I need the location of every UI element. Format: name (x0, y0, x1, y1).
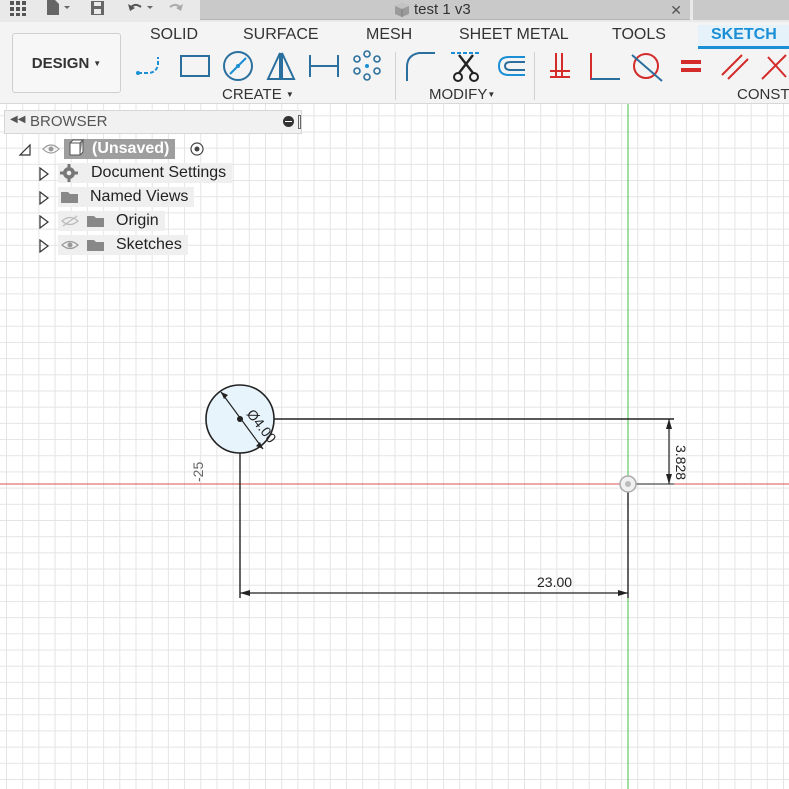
expand-triangle-icon[interactable] (38, 214, 50, 234)
folder-icon (82, 211, 110, 231)
radio-activate-icon[interactable] (190, 142, 204, 161)
tree-item-named-views[interactable]: Named Views (38, 187, 238, 207)
arrowhead-icon (666, 419, 672, 429)
origin-center-dot (625, 481, 631, 487)
folder-icon (82, 235, 110, 255)
horizontal-dimension[interactable]: 23.00 (537, 574, 572, 590)
folder-icon (58, 187, 84, 207)
collapse-panel-icon[interactable]: ◀◀ (10, 114, 25, 125)
axis-label: -25 (190, 462, 206, 482)
tree-item-document-settings[interactable]: Document Settings (38, 163, 238, 183)
arrowhead-icon (618, 590, 628, 596)
hidden-eye-icon[interactable] (58, 211, 82, 231)
tree-item-label: Named Views (84, 187, 195, 207)
eye-icon[interactable] (58, 235, 82, 255)
collapse-triangle-icon[interactable] (18, 143, 32, 162)
browser-title: BROWSER (30, 113, 108, 130)
pin-panel-icon[interactable] (298, 115, 301, 129)
eye-icon[interactable] (42, 142, 60, 160)
tree-item-label: Origin (110, 211, 165, 231)
browser-header: ◀◀ BROWSER (4, 110, 302, 134)
expand-triangle-icon[interactable] (38, 238, 50, 258)
gear-icon (58, 163, 86, 183)
tree-item-sketches[interactable]: Sketches (38, 235, 238, 255)
expand-triangle-icon[interactable] (38, 166, 50, 186)
component-icon (64, 139, 86, 159)
tree-item-label: Document Settings (85, 163, 233, 183)
expand-triangle-icon[interactable] (38, 190, 50, 210)
arrowhead-icon (240, 590, 250, 596)
tree-item-label: Sketches (110, 235, 188, 255)
minimize-panel-icon[interactable] (283, 116, 294, 127)
arrowhead-icon (666, 474, 672, 484)
vertical-dimension[interactable]: 3.828 (673, 445, 689, 480)
tree-root-row[interactable]: (Unsaved) (18, 139, 218, 159)
tree-root-label: (Unsaved) (86, 139, 176, 159)
tree-item-origin[interactable]: Origin (38, 211, 238, 231)
